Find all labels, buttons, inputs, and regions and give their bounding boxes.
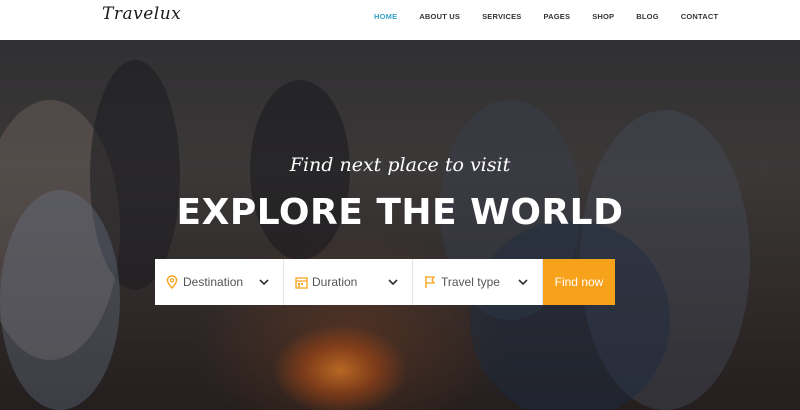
calendar-icon <box>294 275 308 289</box>
chevron-down-icon <box>388 277 402 288</box>
main-nav: HOME ABOUT US SERVICES PAGES SHOP BLOG C… <box>374 12 740 21</box>
hero-headline: EXPLORE THE WORLD <box>176 192 624 233</box>
duration-select[interactable]: Duration <box>284 259 413 305</box>
duration-label: Duration <box>312 275 358 289</box>
nav-contact[interactable]: CONTACT <box>681 12 719 21</box>
nav-blog[interactable]: BLOG <box>636 12 658 21</box>
destination-label: Destination <box>183 275 244 289</box>
nav-shop[interactable]: SHOP <box>592 12 614 21</box>
logo[interactable]: Travelux <box>102 4 181 24</box>
chevron-down-icon <box>518 277 532 288</box>
map-pin-icon <box>165 275 179 289</box>
travel-type-label: Travel type <box>441 275 500 289</box>
nav-services[interactable]: SERVICES <box>482 12 521 21</box>
nav-about-us[interactable]: ABOUT US <box>419 12 460 21</box>
hero-tagline: Find next place to visit <box>289 154 511 176</box>
flag-icon <box>423 275 437 289</box>
nav-home[interactable]: HOME <box>374 12 397 21</box>
site-header: Travelux HOME ABOUT US SERVICES PAGES SH… <box>0 0 800 40</box>
hero-section: Find next place to visit EXPLORE THE WOR… <box>0 40 800 410</box>
find-now-button[interactable]: Find now <box>543 259 615 305</box>
chevron-down-icon <box>259 277 273 288</box>
nav-pages[interactable]: PAGES <box>544 12 571 21</box>
travel-type-select[interactable]: Travel type <box>413 259 543 305</box>
search-bar: Destination Duration Travel type Find no… <box>155 259 615 305</box>
destination-select[interactable]: Destination <box>155 259 284 305</box>
